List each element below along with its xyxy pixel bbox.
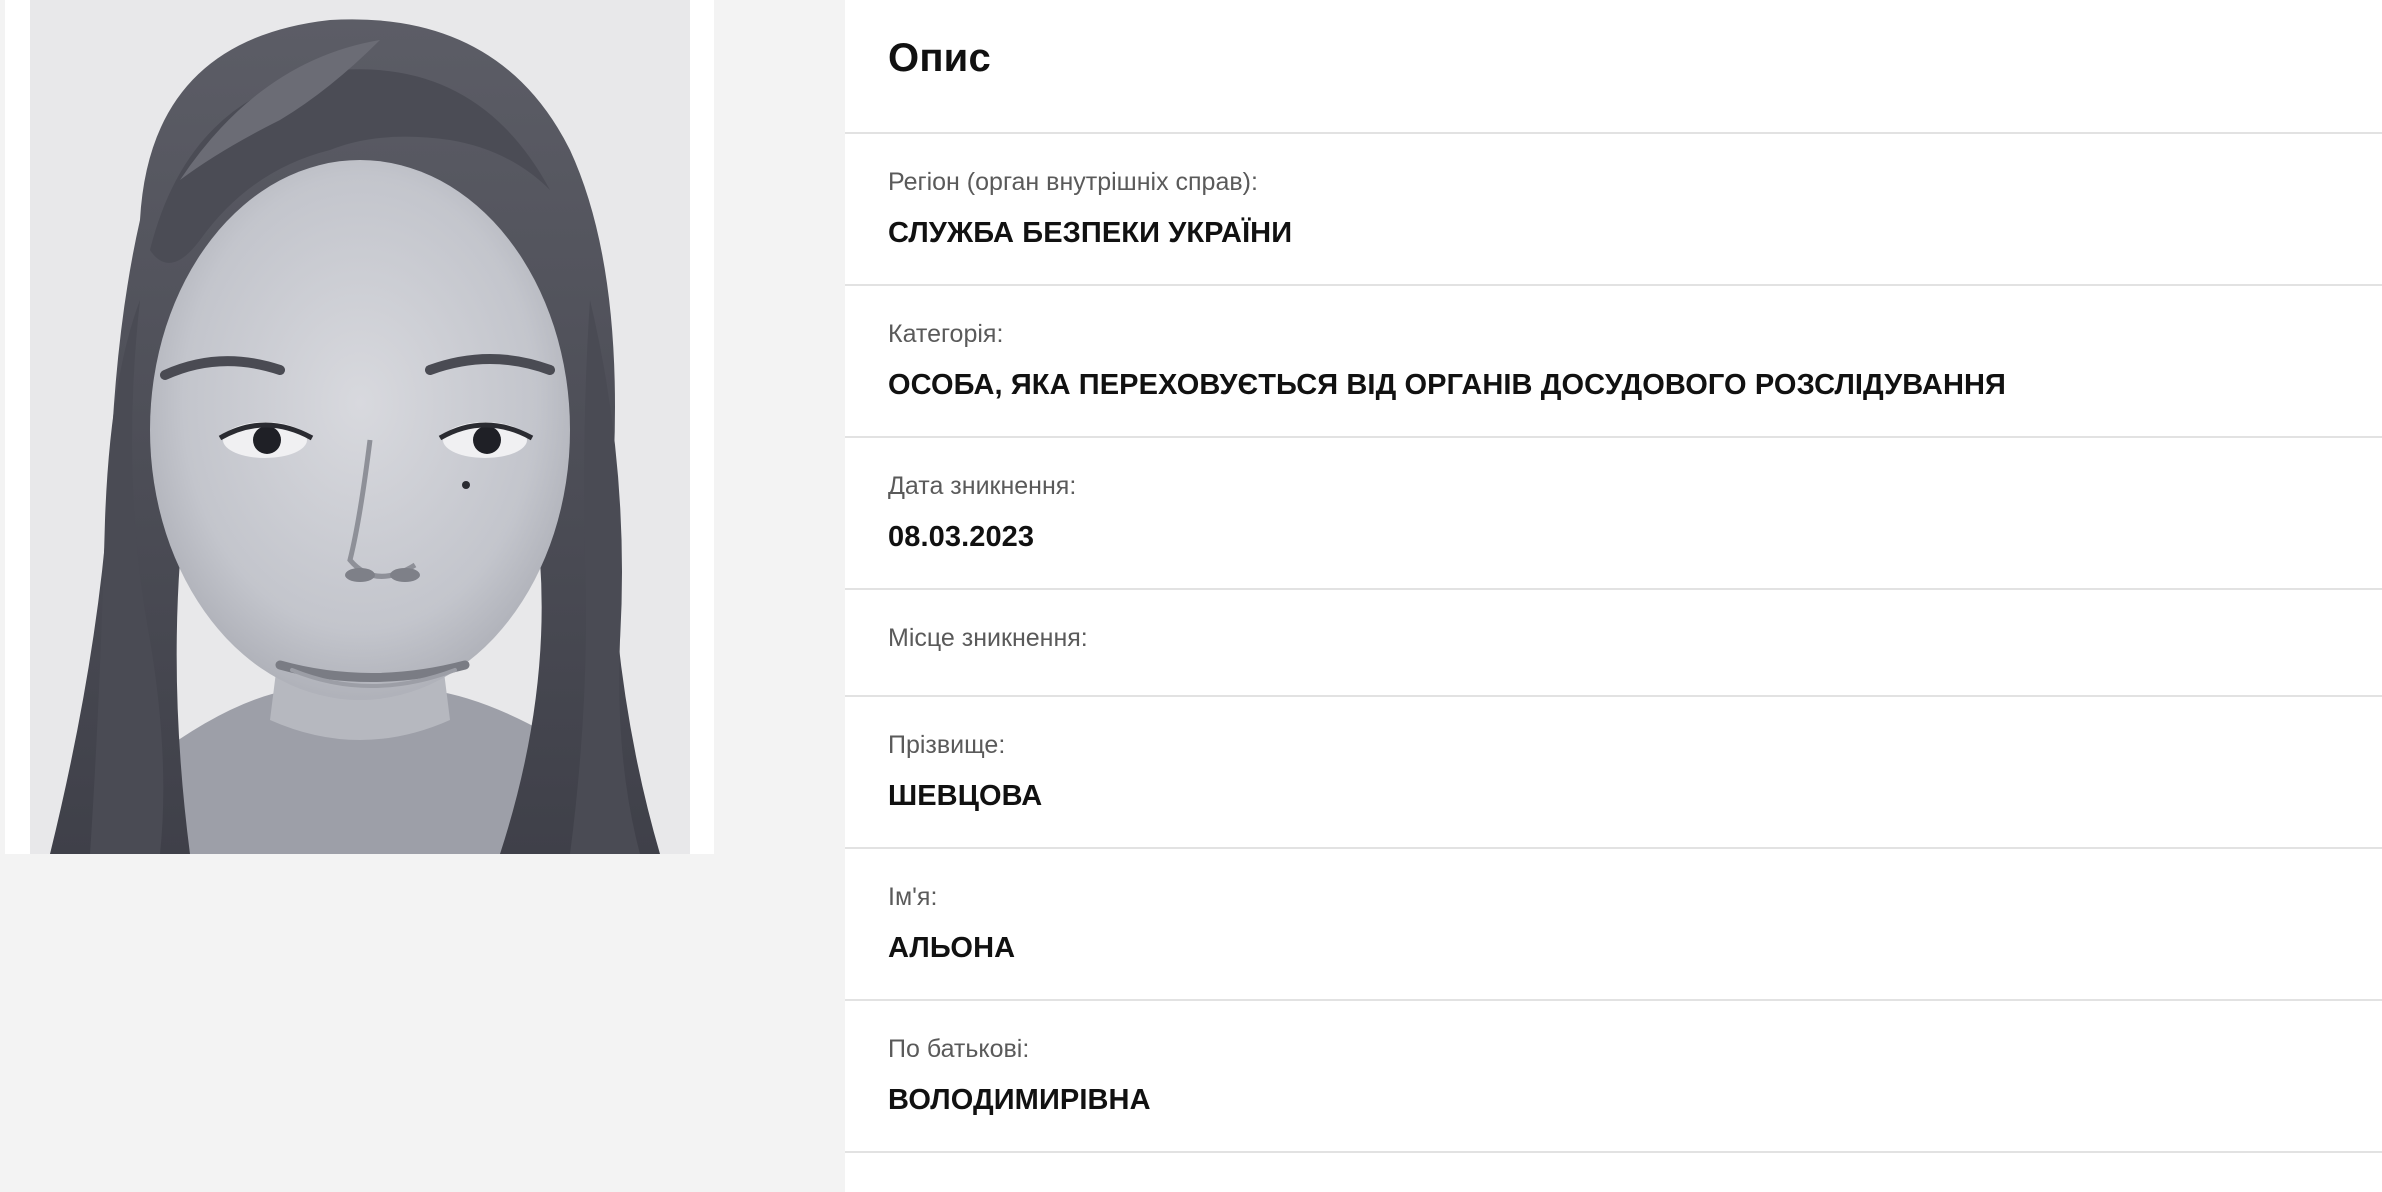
description-header: Опис [845, 0, 2382, 134]
description-panel: Опис Регіон (орган внутрішніх справ): СЛ… [845, 0, 2382, 1192]
person-photo [5, 0, 714, 854]
field-first-name: Ім'я: АЛЬОНА [845, 849, 2382, 1001]
field-surname-value: ШЕВЦОВА [888, 780, 1043, 812]
field-disappearance-place-label: Місце зникнення: [888, 624, 1088, 652]
field-first-name-value: АЛЬОНА [888, 932, 1016, 964]
field-disappearance-date-value: 08.03.2023 [888, 521, 1035, 553]
field-category: Категорія: ОСОБА, ЯКА ПЕРЕХОВУЄТЬСЯ ВІД … [845, 286, 2382, 438]
field-patronymic-value: ВОЛОДИМИРІВНА [888, 1084, 1151, 1116]
field-category-value: ОСОБА, ЯКА ПЕРЕХОВУЄТЬСЯ ВІД ОРГАНІВ ДОС… [888, 369, 2006, 401]
field-surname: Прізвище: ШЕВЦОВА [845, 697, 2382, 849]
photo-column [0, 0, 845, 1192]
description-title: Опис [888, 35, 991, 80]
wanted-person-page: Опис Регіон (орган внутрішніх справ): СЛ… [0, 0, 2382, 1192]
field-disappearance-date: Дата зникнення: 08.03.2023 [845, 438, 2382, 590]
field-patronymic-label: По батькові: [888, 1035, 1030, 1063]
field-patronymic: По батькові: ВОЛОДИМИРІВНА [845, 1001, 2382, 1153]
field-disappearance-date-label: Дата зникнення: [888, 472, 1077, 500]
field-region-value: СЛУЖБА БЕЗПЕКИ УКРАЇНИ [888, 217, 1293, 249]
field-region-label: Регіон (орган внутрішніх справ): [888, 168, 1258, 196]
field-disappearance-place: Місце зникнення: [845, 590, 2382, 697]
field-region: Регіон (орган внутрішніх справ): СЛУЖБА … [845, 134, 2382, 286]
field-category-label: Категорія: [888, 320, 1004, 348]
field-first-name-label: Ім'я: [888, 883, 938, 911]
person-photo-image [30, 0, 690, 854]
field-surname-label: Прізвище: [888, 731, 1006, 759]
